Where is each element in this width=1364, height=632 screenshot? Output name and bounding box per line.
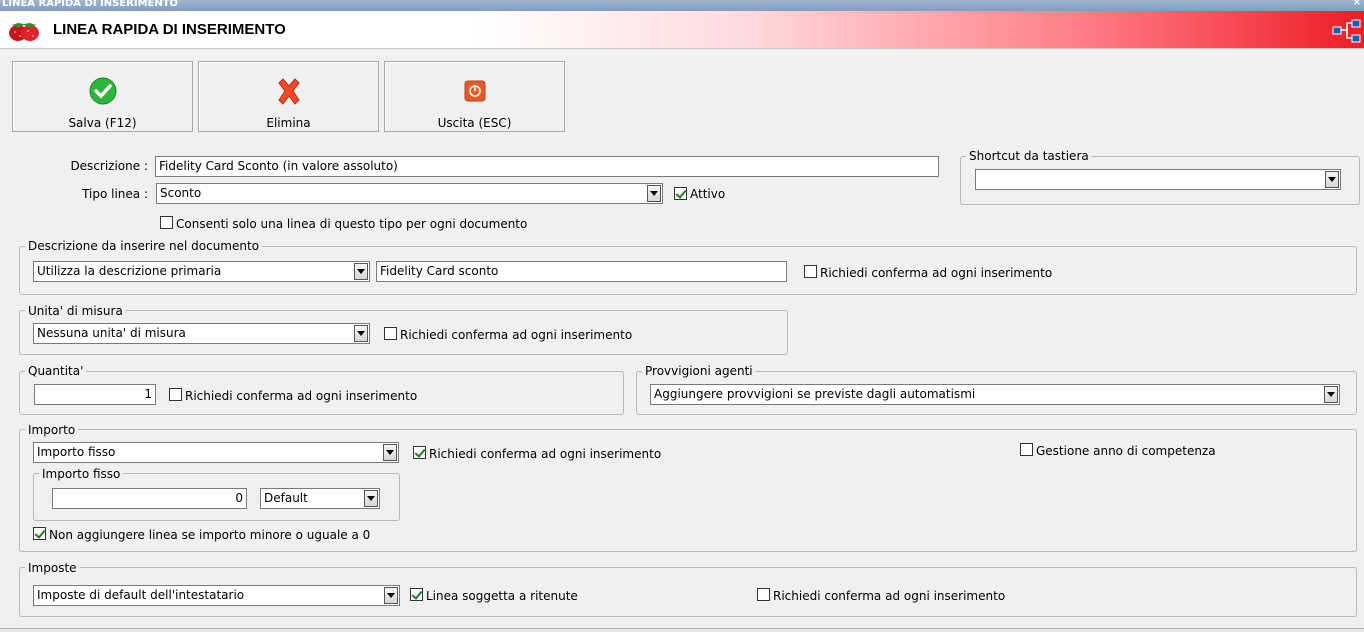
status-bar bbox=[0, 628, 1364, 632]
importo-confirm-checkbox[interactable] bbox=[413, 446, 426, 459]
quantita-confirm-label: Richiedi conferma ad ogni inserimento bbox=[185, 389, 418, 403]
importo-fisso-input[interactable]: 0 bbox=[52, 488, 247, 509]
unita-legend: Unita' di misura bbox=[25, 304, 126, 318]
importo-mode-select[interactable]: Importo fisso bbox=[33, 442, 399, 463]
consenti-checkbox[interactable] bbox=[160, 216, 173, 229]
provvigioni-legend: Provvigioni agenti bbox=[642, 364, 756, 378]
non-aggiungere-label: Non aggiungere linea se importo minore o… bbox=[49, 528, 371, 542]
imposte-value: Imposte di default dell'intestatario bbox=[37, 588, 245, 602]
shortcut-select[interactable] bbox=[975, 169, 1341, 190]
attivo-checkbox[interactable] bbox=[674, 187, 687, 200]
importo-fisso-legend: Importo fisso bbox=[39, 467, 124, 481]
chevron-down-icon[interactable] bbox=[354, 325, 368, 342]
window-title: LINEA RAPIDA DI INSERIMENTO bbox=[2, 0, 179, 9]
network-icon[interactable] bbox=[1332, 18, 1362, 44]
chevron-down-icon[interactable] bbox=[647, 185, 661, 202]
descrizione-confirm-checkbox[interactable] bbox=[804, 265, 817, 278]
page-title: LINEA RAPIDA DI INSERIMENTO bbox=[53, 21, 286, 38]
tipo-linea-select[interactable]: Sconto bbox=[156, 183, 663, 204]
tipo-linea-value: Sconto bbox=[160, 186, 202, 200]
check-icon bbox=[89, 77, 116, 105]
imposte-confirm-label: Richiedi conferma ad ogni inserimento bbox=[773, 589, 1006, 603]
unita-value: Nessuna unita' di misura bbox=[37, 326, 186, 340]
descrizione-mode-value: Utilizza la descrizione primaria bbox=[37, 264, 222, 278]
chevron-down-icon[interactable] bbox=[354, 263, 368, 280]
strawberry-logo-icon bbox=[9, 23, 39, 41]
exit-button[interactable]: Uscita (ESC) bbox=[384, 61, 565, 132]
imposte-select[interactable]: Imposte di default dell'intestatario bbox=[33, 585, 400, 606]
provvigioni-value: Aggiungere provvigioni se previste dagli… bbox=[654, 387, 976, 401]
importo-legend: Importo bbox=[25, 423, 79, 437]
chevron-down-icon[interactable] bbox=[384, 587, 398, 604]
importo-fisso-option-select[interactable]: Default bbox=[260, 488, 380, 509]
delete-button[interactable]: Elimina bbox=[198, 61, 379, 132]
header-banner: LINEA RAPIDA DI INSERIMENTO bbox=[0, 11, 1364, 49]
chevron-down-icon[interactable] bbox=[1324, 386, 1338, 403]
descrizione-doc-input[interactable]: Fidelity Card sconto bbox=[376, 261, 787, 282]
provvigioni-select[interactable]: Aggiungere provvigioni se previste dagli… bbox=[650, 384, 1340, 405]
unita-select[interactable]: Nessuna unita' di misura bbox=[33, 323, 370, 344]
descrizione-doc-legend: Descrizione da inserire nel documento bbox=[25, 239, 263, 253]
window-close-button[interactable]: × bbox=[1353, 0, 1361, 8]
window-titlebar: LINEA RAPIDA DI INSERIMENTO × bbox=[0, 0, 1364, 11]
descrizione-confirm-label: Richiedi conferma ad ogni inserimento bbox=[820, 266, 1053, 280]
attivo-label: Attivo bbox=[690, 187, 726, 201]
ritenute-checkbox[interactable] bbox=[410, 588, 423, 601]
save-button[interactable]: Salva (F12) bbox=[12, 61, 193, 132]
chevron-down-icon[interactable] bbox=[1325, 171, 1339, 188]
chevron-down-icon[interactable] bbox=[364, 490, 378, 507]
delete-x-icon bbox=[277, 78, 300, 105]
non-aggiungere-checkbox[interactable] bbox=[33, 527, 46, 540]
exit-label: Uscita (ESC) bbox=[437, 116, 512, 130]
unita-confirm-checkbox[interactable] bbox=[384, 327, 397, 340]
descrizione-label: Descrizione : bbox=[70, 159, 148, 173]
importo-mode-value: Importo fisso bbox=[37, 445, 116, 459]
importo-fisso-option-value: Default bbox=[264, 491, 308, 505]
gestione-anno-label: Gestione anno di competenza bbox=[1036, 444, 1216, 458]
imposte-legend: Imposte bbox=[25, 561, 80, 575]
quantita-legend: Quantita' bbox=[25, 364, 87, 378]
power-icon bbox=[464, 80, 485, 102]
shortcut-legend: Shortcut da tastiera bbox=[966, 149, 1092, 163]
consenti-label: Consenti solo una linea di questo tipo p… bbox=[176, 217, 528, 231]
ritenute-label: Linea soggetta a ritenute bbox=[426, 589, 578, 603]
chevron-down-icon[interactable] bbox=[383, 444, 397, 461]
descrizione-mode-select[interactable]: Utilizza la descrizione primaria bbox=[33, 261, 370, 282]
tipo-linea-label: Tipo linea : bbox=[82, 187, 148, 201]
quantita-input[interactable]: 1 bbox=[34, 384, 156, 405]
delete-label: Elimina bbox=[266, 116, 311, 130]
importo-confirm-label: Richiedi conferma ad ogni inserimento bbox=[429, 447, 662, 461]
save-label: Salva (F12) bbox=[68, 116, 137, 130]
unita-confirm-label: Richiedi conferma ad ogni inserimento bbox=[400, 328, 633, 342]
gestione-anno-checkbox[interactable] bbox=[1020, 443, 1033, 456]
quantita-confirm-checkbox[interactable] bbox=[169, 388, 182, 401]
descrizione-input[interactable]: Fidelity Card Sconto (in valore assoluto… bbox=[155, 156, 939, 177]
imposte-confirm-checkbox[interactable] bbox=[757, 588, 770, 601]
